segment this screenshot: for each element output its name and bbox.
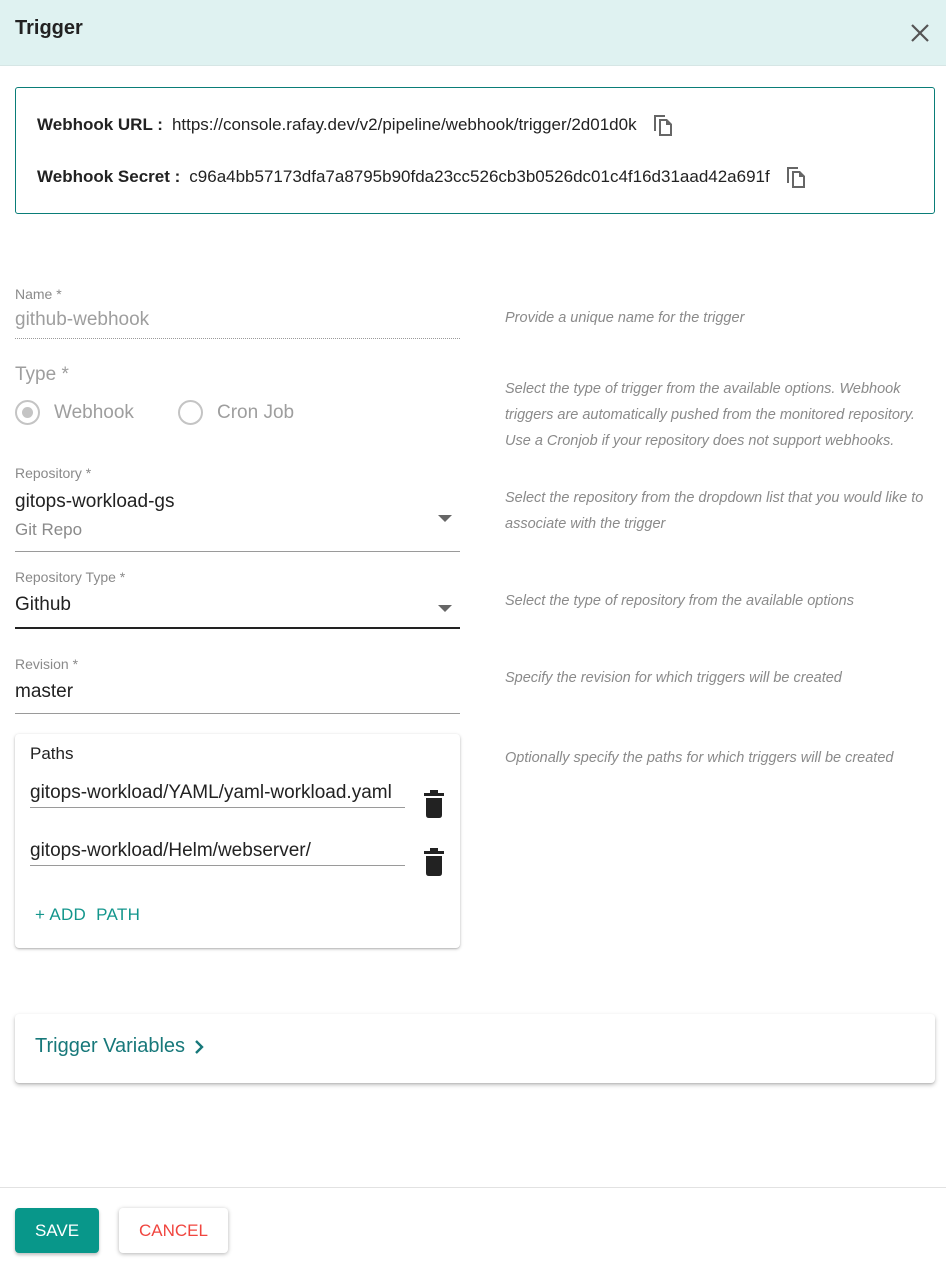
revision-help: Specify the revision for which triggers …	[505, 670, 842, 686]
revision-label: Revision *	[15, 656, 79, 672]
repository-type-select[interactable]: Github	[15, 594, 71, 616]
copy-secret-button[interactable]	[784, 164, 808, 190]
paths-card: Paths + ADD PATH	[15, 734, 460, 948]
repository-underline	[15, 551, 460, 552]
radio-checked-icon	[15, 400, 40, 425]
footer-divider	[0, 1187, 946, 1188]
copy-icon	[786, 167, 805, 188]
paths-title: Paths	[30, 744, 74, 763]
repository-label: Repository *	[15, 465, 92, 481]
revision-field[interactable]: master	[15, 681, 73, 703]
repository-subvalue: Git Repo	[15, 520, 83, 539]
repository-type-underline	[15, 627, 460, 629]
webhook-secret-label: Webhook Secret :	[37, 167, 181, 186]
radio-unchecked-icon	[178, 400, 203, 425]
webhook-info-box: Webhook URL : https://console.rafay.dev/…	[15, 87, 935, 214]
trigger-variables-toggle[interactable]: Trigger Variables	[35, 1035, 205, 1058]
revision-underline	[15, 713, 460, 714]
trigger-variables-panel[interactable]: Trigger Variables	[15, 1014, 935, 1083]
name-field: github-webhook	[15, 309, 150, 330]
close-button[interactable]	[904, 18, 936, 48]
webhook-url-label: Webhook URL :	[37, 115, 163, 134]
type-help: Select the type of trigger from the avai…	[505, 381, 915, 449]
chevron-right-icon	[195, 1039, 204, 1054]
webhook-secret-value: c96a4bb57173dfa7a8795b90fda23cc526cb3b05…	[189, 167, 770, 186]
close-icon	[911, 24, 929, 42]
path-input[interactable]	[30, 836, 405, 866]
radio-cron-job-label: Cron Job	[217, 401, 295, 423]
webhook-url-value: https://console.rafay.dev/v2/pipeline/we…	[171, 115, 637, 134]
dialog-header: Trigger	[0, 0, 946, 66]
repository-type-label: Repository Type *	[15, 569, 126, 585]
copy-url-button[interactable]	[651, 112, 675, 138]
dialog-title: Trigger	[15, 17, 83, 39]
trash-icon[interactable]	[424, 790, 444, 818]
chevron-down-icon[interactable]	[438, 605, 452, 612]
path-input[interactable]	[30, 778, 405, 808]
repository-select[interactable]: gitops-workload-gs	[15, 491, 174, 513]
repository-help: Select the repository from the dropdown …	[505, 490, 924, 532]
webhook-url-row: Webhook URL : https://console.rafay.dev/…	[37, 112, 675, 138]
add-path-button[interactable]: + ADD PATH	[35, 905, 140, 925]
trigger-variables-label: Trigger Variables	[35, 1035, 186, 1057]
save-button[interactable]: SAVE	[15, 1208, 99, 1253]
radio-cron-job[interactable]: Cron Job	[178, 400, 294, 425]
name-underline	[15, 338, 460, 339]
name-label: Name *	[15, 286, 62, 302]
paths-help: Optionally specify the paths for which t…	[505, 750, 894, 766]
radio-webhook[interactable]: Webhook	[15, 400, 134, 425]
type-label: Type *	[15, 364, 69, 385]
webhook-secret-row: Webhook Secret : c96a4bb57173dfa7a8795b9…	[37, 164, 808, 190]
chevron-down-icon[interactable]	[438, 515, 452, 522]
copy-icon	[653, 115, 672, 136]
name-help: Provide a unique name for the trigger	[505, 310, 745, 326]
cancel-button[interactable]: CANCEL	[119, 1208, 228, 1253]
trash-icon[interactable]	[424, 848, 444, 876]
repository-type-help: Select the type of repository from the a…	[505, 593, 854, 609]
radio-webhook-label: Webhook	[54, 401, 134, 423]
